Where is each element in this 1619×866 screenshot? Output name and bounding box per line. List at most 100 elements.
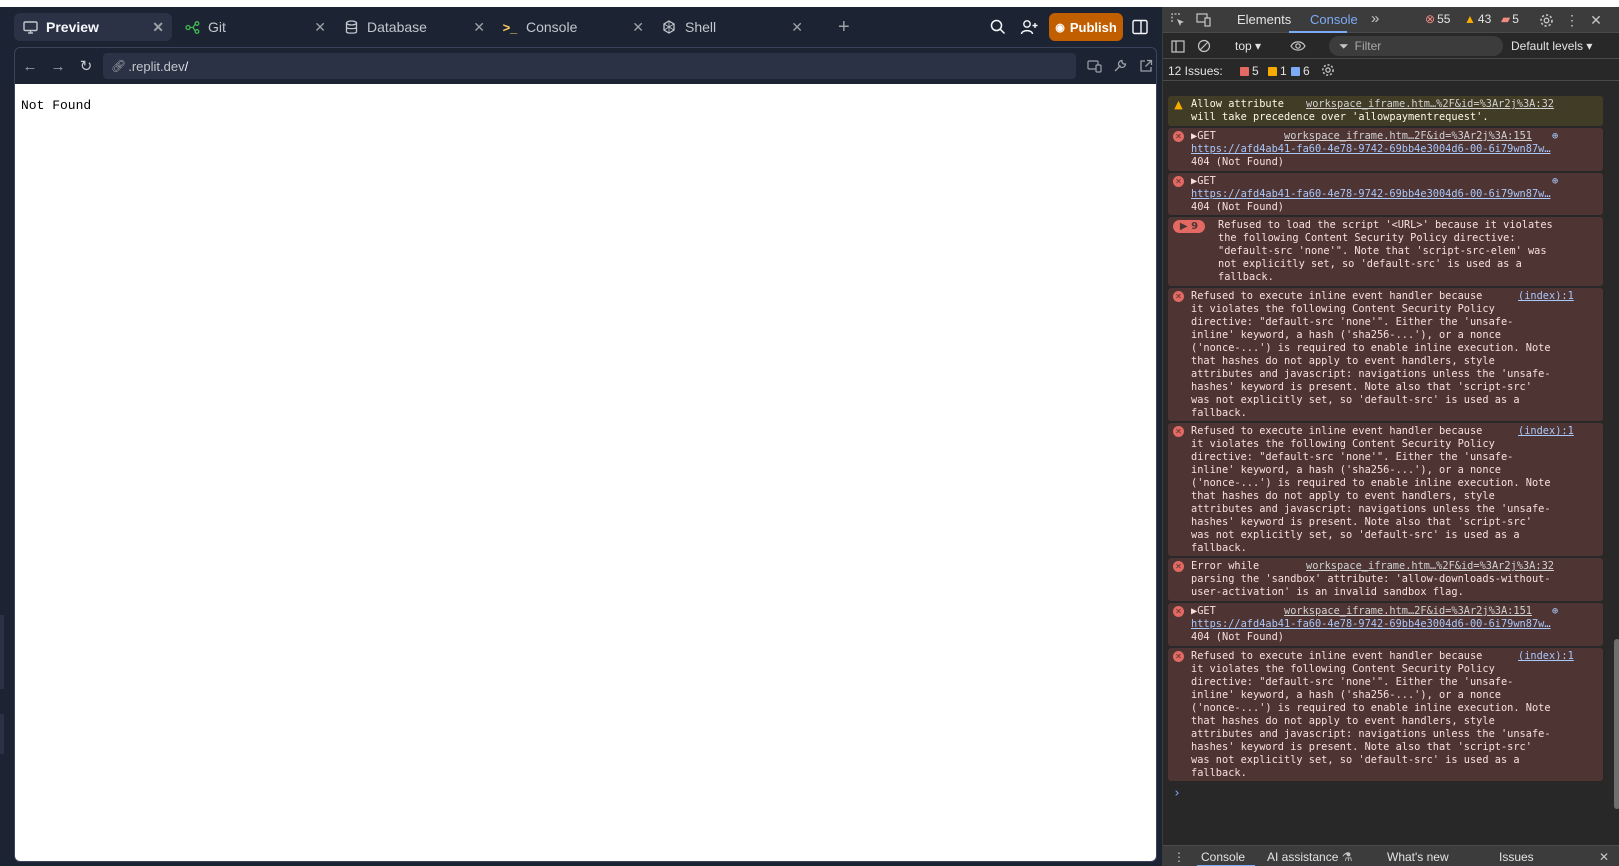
issues-bar: 12 Issues: 5 1 6 xyxy=(1163,59,1619,81)
more-tabs-chevron-icon[interactable]: » xyxy=(1371,10,1379,27)
issue-errors-badge[interactable]: 5 xyxy=(1240,64,1259,78)
close-icon[interactable]: ✕ xyxy=(152,19,164,36)
chevron-down-icon: ▾ xyxy=(1586,39,1593,53)
split-pane-icon[interactable] xyxy=(1128,15,1152,39)
forward-arrow-icon[interactable]: → xyxy=(47,55,69,77)
message-source-link[interactable]: workspace_iframe.htm…2F&id=%3Ar2j%3A:151 xyxy=(1284,130,1532,143)
message-source-link[interactable]: (index):1 xyxy=(1518,425,1574,438)
open-external-icon[interactable] xyxy=(1135,55,1156,77)
tab-shell[interactable]: Shell ✕ xyxy=(653,13,811,41)
message-source-link[interactable]: workspace_iframe.htm…%2F&id=%3Ar2j%3A:32 xyxy=(1306,98,1554,111)
preview-viewport[interactable]: Not Found xyxy=(15,84,1156,861)
message-line: attributes and javascript: navigations u… xyxy=(1191,503,1551,515)
scrollbar-thumb[interactable] xyxy=(1614,639,1619,809)
drawer-tab-ai-assistance[interactable]: AI assistance ⚗︎ xyxy=(1267,850,1352,864)
console-message-error[interactable]: ✕ ▶GET https://afd4ab41-fa60-4e78-9742-6… xyxy=(1168,173,1603,215)
invite-user-icon[interactable] xyxy=(1017,15,1041,39)
message-line: attributes and javascript: navigations u… xyxy=(1191,368,1551,380)
message-source-link[interactable]: workspace_iframe.htm…2F&id=%3Ar2j%3A:151 xyxy=(1284,605,1532,618)
issues-count[interactable]: ▰ 5 xyxy=(1501,12,1519,26)
search-icon[interactable] xyxy=(986,15,1010,39)
network-panel-icon[interactable]: ⊕ xyxy=(1552,605,1558,618)
publish-label: Publish xyxy=(1069,19,1117,35)
message-source-link[interactable]: workspace_iframe.htm…%2F&id=%3Ar2j%3A:32 xyxy=(1306,560,1554,573)
issue-info-badge[interactable]: 6 xyxy=(1291,64,1310,78)
network-panel-icon[interactable]: ⊕ xyxy=(1552,175,1558,188)
console-message-error[interactable]: ✕ Refused to execute inline event handle… xyxy=(1168,288,1603,421)
drawer-tab-whats-new[interactable]: What's new xyxy=(1387,850,1449,864)
drawer-tab-console[interactable]: Console xyxy=(1201,850,1245,864)
console-prompt-chevron-icon[interactable]: › xyxy=(1173,787,1181,800)
console-message-error-grouped[interactable]: ▶ 9 Refused to load the script '<URL>' b… xyxy=(1168,217,1603,286)
gear-icon[interactable] xyxy=(1319,61,1337,79)
console-messages[interactable]: ▲ Allow attribute will take precedence o… xyxy=(1163,81,1614,821)
filter-input[interactable]: ⏷ Filter xyxy=(1329,36,1503,56)
console-scrollbar[interactable] xyxy=(1614,81,1619,821)
chevron-down-icon: ▾ xyxy=(1255,39,1262,53)
tab-git[interactable]: Git ✕ xyxy=(176,13,334,41)
error-issue-icon xyxy=(1240,66,1249,76)
close-icon[interactable]: ✕ xyxy=(314,19,326,36)
console-message-error[interactable]: ✕ Refused to execute inline event handle… xyxy=(1168,648,1603,781)
tab-console[interactable]: >_ Console ✕ xyxy=(494,13,652,41)
back-arrow-icon[interactable]: ← xyxy=(19,55,41,77)
console-message-error[interactable]: ✕ ▶GET https://afd4ab41-fa60-4e78-9742-6… xyxy=(1168,603,1603,646)
tab-console[interactable]: Console xyxy=(1310,12,1358,27)
console-toolbar: top ▾ ⏷ Filter Default levels ▾ xyxy=(1163,33,1619,59)
issue-warnings-badge[interactable]: 1 xyxy=(1268,64,1287,78)
request-url-link[interactable]: https://afd4ab41-fa60-4e78-9742-69bb4e30… xyxy=(1191,618,1551,630)
inspect-element-icon[interactable] xyxy=(1169,11,1187,29)
log-levels-dropdown[interactable]: Default levels ▾ xyxy=(1511,39,1592,53)
console-message-error[interactable]: ✕ ▶GET https://afd4ab41-fa60-4e78-9742-6… xyxy=(1168,128,1603,171)
reload-icon[interactable]: ↻ xyxy=(75,55,97,77)
console-message-error[interactable]: ✕ Error while parsing the 'sandbox' attr… xyxy=(1168,558,1603,601)
context-selector[interactable]: top ▾ xyxy=(1235,39,1261,53)
close-icon[interactable]: ✕ xyxy=(791,19,803,36)
device-toolbar-icon[interactable] xyxy=(1195,11,1213,29)
repeat-count-badge[interactable]: ▶ 9 xyxy=(1173,220,1205,233)
message-line: it violates the following Content Securi… xyxy=(1191,663,1495,675)
tab-label: Database xyxy=(367,19,427,35)
message-text: Refused to execute inline event handler … xyxy=(1191,650,1598,780)
close-icon[interactable]: ✕ xyxy=(1599,850,1609,864)
tab-preview[interactable]: Preview ✕ xyxy=(14,13,172,41)
gear-icon[interactable] xyxy=(1537,11,1555,29)
message-source-link[interactable]: (index):1 xyxy=(1518,290,1574,303)
warning-count[interactable]: ▲ 43 xyxy=(1464,12,1491,26)
close-icon[interactable]: ✕ xyxy=(1587,11,1605,29)
message-source-link[interactable]: (index):1 xyxy=(1518,650,1574,663)
network-panel-icon[interactable]: ⊕ xyxy=(1552,130,1558,143)
url-text: .replit.dev xyxy=(128,58,185,74)
clear-console-icon[interactable] xyxy=(1195,37,1213,55)
new-tab-plus-icon[interactable]: + xyxy=(838,15,850,39)
close-icon[interactable]: ✕ xyxy=(473,19,485,36)
message-line: inline' keyword, a hash ('sha256-...'), … xyxy=(1191,464,1501,476)
sidebar-toggle-icon[interactable] xyxy=(1169,37,1187,55)
eye-icon[interactable] xyxy=(1289,37,1307,55)
message-line: hashes' keyword is present. Note also th… xyxy=(1191,516,1532,528)
error-icon: ✕ xyxy=(1173,131,1184,142)
window-top-strip xyxy=(0,0,1619,7)
tab-elements[interactable]: Elements xyxy=(1237,12,1291,27)
tab-database[interactable]: Database ✕ xyxy=(335,13,493,41)
message-line: fallback. xyxy=(1191,767,1247,779)
url-input[interactable]: 🔗︎ .replit.dev / xyxy=(103,53,1076,79)
request-url-link[interactable]: https://afd4ab41-fa60-4e78-9742-69bb4e30… xyxy=(1191,188,1551,200)
drawer-tab-issues[interactable]: Issues xyxy=(1499,850,1534,864)
drawer-menu-icon[interactable]: ⋮ xyxy=(1173,850,1185,864)
close-icon[interactable]: ✕ xyxy=(632,19,644,36)
kebab-menu-icon[interactable]: ⋮ xyxy=(1563,11,1581,29)
publish-button[interactable]: ◉ Publish xyxy=(1049,13,1123,41)
preview-pane: ← → ↻ 🔗︎ .replit.dev / Not Found xyxy=(14,47,1157,862)
console-message-warning[interactable]: ▲ Allow attribute will take precedence o… xyxy=(1168,96,1603,126)
workspace: Preview ✕ Git ✕ Database ✕ >_ Console ✕ xyxy=(0,7,1162,866)
message-line: directive: "default-src 'none'". Either … xyxy=(1191,451,1514,463)
request-url-link[interactable]: https://afd4ab41-fa60-4e78-9742-69bb4e30… xyxy=(1191,143,1551,155)
message-line: Refused to execute inline event handler … xyxy=(1191,425,1483,437)
devices-icon[interactable] xyxy=(1083,55,1105,77)
console-message-error[interactable]: ✕ Refused to execute inline event handle… xyxy=(1168,423,1603,556)
error-count[interactable]: ⊗ 55 xyxy=(1425,12,1450,26)
wrench-icon[interactable] xyxy=(1109,55,1131,77)
message-line: inline' keyword, a hash ('sha256-...'), … xyxy=(1191,689,1501,701)
issue-icon: ▰ xyxy=(1501,12,1511,26)
